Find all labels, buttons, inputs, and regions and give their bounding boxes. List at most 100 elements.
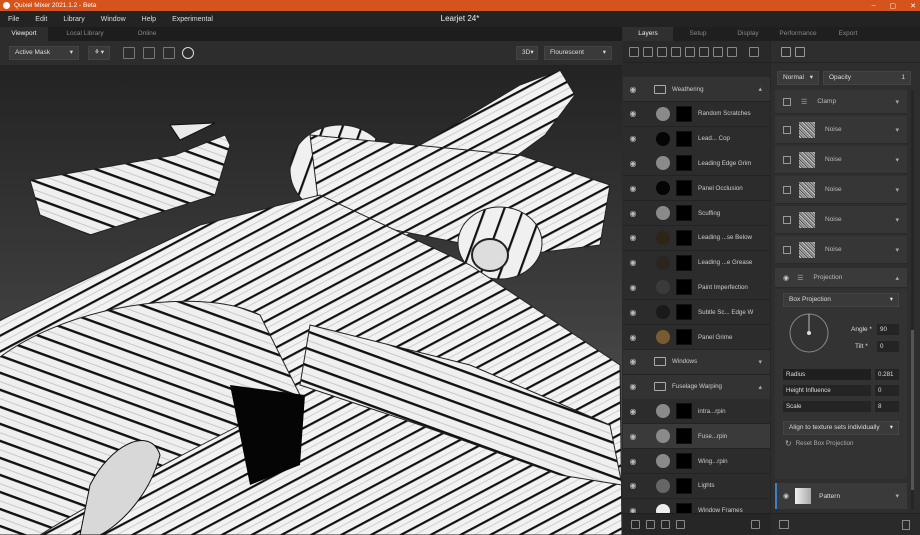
chevron-up-icon[interactable]: ▴ bbox=[758, 85, 762, 93]
add-layer-icon[interactable] bbox=[629, 46, 639, 57]
layer-row[interactable]: ◉ Paint Imperfection bbox=[623, 275, 770, 301]
stack-item-noise[interactable]: Noise ▾ bbox=[775, 116, 907, 144]
properties-scrollbar[interactable] bbox=[911, 90, 914, 510]
mask-thumbnail[interactable] bbox=[676, 130, 692, 147]
color-swatch[interactable] bbox=[656, 106, 670, 121]
brush-icon[interactable] bbox=[727, 46, 737, 57]
mask-thumbnail[interactable] bbox=[676, 329, 692, 345]
mask-thumbnail[interactable] bbox=[676, 229, 692, 246]
eye-icon[interactable]: ◉ bbox=[626, 233, 640, 242]
color-swatch[interactable] bbox=[656, 404, 670, 419]
mask-thumbnail[interactable] bbox=[676, 279, 692, 296]
angle-input[interactable]: 90 bbox=[877, 324, 899, 335]
folder-icon[interactable] bbox=[779, 520, 789, 529]
chevron-up-icon[interactable]: ▴ bbox=[895, 274, 899, 282]
chevron-down-icon[interactable]: ▾ bbox=[895, 126, 899, 134]
eye-icon[interactable]: ◉ bbox=[626, 308, 640, 317]
stack-item-noise[interactable]: Noise ▾ bbox=[775, 146, 907, 174]
grid-icon[interactable] bbox=[163, 47, 175, 59]
layer-row[interactable]: ◉ Lead... Cop bbox=[623, 126, 770, 152]
paint-icon[interactable] bbox=[643, 46, 653, 57]
eye-icon[interactable]: ◉ bbox=[626, 407, 640, 416]
add-material-icon[interactable] bbox=[646, 520, 655, 529]
color-swatch[interactable] bbox=[656, 131, 670, 146]
height-influence-input[interactable]: 0 bbox=[875, 385, 899, 396]
tab-layers[interactable]: Layers bbox=[623, 27, 673, 41]
mask-thumbnail[interactable] bbox=[676, 180, 692, 197]
maximize-icon[interactable]: ▢ bbox=[890, 2, 897, 10]
color-swatch[interactable] bbox=[656, 429, 670, 444]
mask-thumbnail[interactable] bbox=[676, 254, 692, 271]
eye-icon[interactable]: ◉ bbox=[626, 457, 640, 466]
eye-icon[interactable]: ◉ bbox=[626, 85, 640, 94]
duplicate-icon[interactable] bbox=[661, 520, 670, 529]
layer-row[interactable]: ◉ Leading ...e Grease bbox=[623, 250, 770, 276]
fill-icon[interactable] bbox=[657, 46, 667, 57]
stack-item-clamp[interactable]: ☰ Clamp ▾ bbox=[775, 90, 907, 114]
tab-local-library[interactable]: Local Library bbox=[48, 27, 122, 41]
projection-header[interactable]: ◉ ☰ Projection ▴ bbox=[775, 268, 907, 288]
close-icon[interactable]: ✕ bbox=[910, 2, 916, 10]
settings-icon[interactable] bbox=[781, 46, 791, 57]
color-swatch[interactable] bbox=[656, 206, 670, 220]
cut-icon[interactable] bbox=[699, 46, 709, 57]
color-swatch[interactable] bbox=[656, 454, 670, 468]
color-swatch[interactable] bbox=[656, 255, 670, 270]
mask-thumbnail[interactable] bbox=[676, 477, 692, 494]
mask-thumbnail[interactable] bbox=[676, 428, 692, 445]
scale-slider[interactable]: Scale bbox=[783, 401, 871, 412]
chevron-down-icon[interactable]: ▾ bbox=[895, 156, 899, 164]
layer-group[interactable]: ◉ Fuselage Warping ▴ bbox=[623, 374, 770, 400]
scroll-thumb[interactable] bbox=[911, 330, 914, 490]
color-swatch[interactable] bbox=[656, 280, 670, 295]
color-swatch[interactable] bbox=[656, 156, 670, 171]
checkbox[interactable] bbox=[783, 155, 791, 164]
chevron-down-icon[interactable]: ▾ bbox=[895, 492, 899, 500]
grid-view-icon[interactable] bbox=[143, 47, 155, 59]
layer-row[interactable]: ◉ Lights bbox=[623, 473, 770, 499]
stack-item-noise[interactable]: Noise ▾ bbox=[775, 236, 907, 264]
folder-icon[interactable] bbox=[676, 520, 685, 529]
checkbox[interactable] bbox=[783, 245, 791, 254]
menu-experimental[interactable]: Experimental bbox=[164, 16, 221, 23]
chevron-down-icon[interactable]: ▾ bbox=[758, 358, 762, 366]
color-swatch[interactable] bbox=[656, 181, 670, 196]
checkbox[interactable] bbox=[783, 125, 791, 134]
trash-icon[interactable] bbox=[751, 520, 760, 529]
mask-thumbnail[interactable] bbox=[676, 304, 692, 321]
chevron-down-icon[interactable]: ▾ bbox=[895, 98, 899, 106]
layer-group[interactable]: ◉ Windows ▾ bbox=[623, 349, 770, 375]
color-swatch[interactable] bbox=[656, 305, 670, 320]
blend-mode-dropdown[interactable]: Normal ▾ bbox=[777, 71, 819, 85]
minimize-icon[interactable]: – bbox=[872, 2, 876, 9]
layer-row[interactable]: ◉ Fuse...rpin bbox=[623, 424, 770, 450]
eye-icon[interactable]: ◉ bbox=[626, 159, 640, 168]
active-mask-dropdown[interactable]: Active Mask ▾ bbox=[9, 46, 79, 60]
mask-thumbnail[interactable] bbox=[676, 453, 692, 469]
opacity-field[interactable]: Opacity 1 bbox=[823, 71, 911, 85]
tilt-input[interactable]: 0 bbox=[877, 341, 899, 352]
layer-row[interactable]: ◉ Leading ...se Below bbox=[623, 225, 770, 251]
eye-icon[interactable]: ◉ bbox=[626, 357, 640, 366]
drop-icon[interactable] bbox=[685, 46, 695, 57]
menu-edit[interactable]: Edit bbox=[27, 16, 55, 23]
eye-icon[interactable]: ◉ bbox=[626, 432, 640, 441]
layer-row[interactable]: ◉ Random Scratches bbox=[623, 101, 770, 127]
layer-row[interactable]: ◉ Subtle Sc... Edge W bbox=[623, 300, 770, 326]
color-swatch[interactable] bbox=[656, 478, 670, 493]
menu-library[interactable]: Library bbox=[55, 16, 92, 23]
chevron-down-icon[interactable]: ▾ bbox=[895, 186, 899, 194]
eye-icon[interactable]: ◉ bbox=[783, 492, 789, 500]
chevron-down-icon[interactable]: ▾ bbox=[895, 216, 899, 224]
color-swatch[interactable] bbox=[656, 230, 670, 245]
stack-item-noise[interactable]: Noise ▾ bbox=[775, 176, 907, 204]
checkbox[interactable] bbox=[783, 185, 791, 194]
layer-row[interactable]: ◉ Panel Grime bbox=[623, 325, 770, 350]
tab-export[interactable]: Export bbox=[823, 27, 873, 41]
stack-item-noise[interactable]: Noise ▾ bbox=[775, 206, 907, 234]
align-dropdown[interactable]: Align to texture sets individually ▾ bbox=[783, 421, 899, 435]
eye-icon[interactable]: ◉ bbox=[626, 184, 640, 193]
eye-icon[interactable]: ◉ bbox=[626, 382, 640, 391]
eye-icon[interactable]: ◉ bbox=[626, 481, 640, 490]
chevron-up-icon[interactable]: ▴ bbox=[758, 383, 762, 391]
